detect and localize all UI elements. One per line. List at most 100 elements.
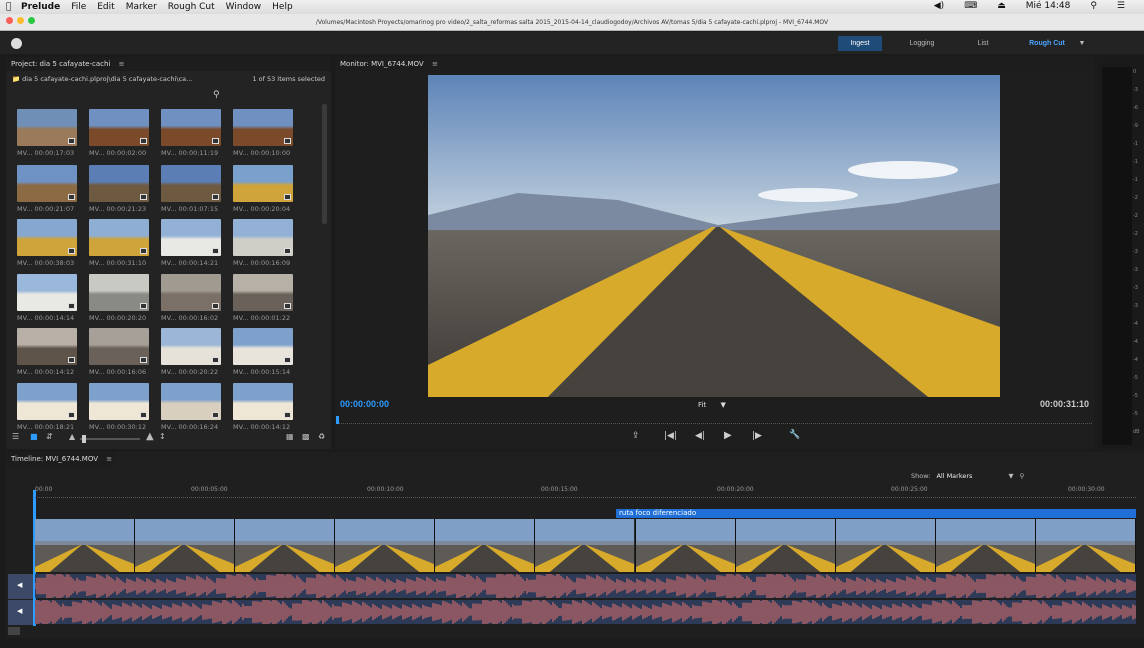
workspace-logging[interactable]: Logging: [900, 36, 944, 51]
workspace-bar: Ingest Logging List Rough Cut ▼: [0, 32, 1144, 54]
monitor-scrubber[interactable]: [336, 416, 1092, 424]
fit-dropdown[interactable]: Fit ▼: [698, 401, 726, 409]
clip-thumbnail[interactable]: [17, 109, 77, 146]
step-frame-forward-icon[interactable]: |▶: [752, 431, 762, 441]
clip-thumbnail[interactable]: [89, 328, 149, 365]
timeline-menu-icon[interactable]: ≡: [106, 455, 112, 463]
folder-add-icon[interactable]: ▩: [302, 432, 310, 441]
clip-thumbnail[interactable]: [161, 165, 221, 202]
project-scrollbar[interactable]: [322, 104, 327, 224]
clip-thumbnail[interactable]: [161, 274, 221, 311]
project-search-icon[interactable]: ⚲: [213, 90, 220, 100]
video-frame: [735, 519, 836, 572]
menu-window[interactable]: Window: [226, 2, 262, 12]
clip-thumbnail[interactable]: [161, 328, 221, 365]
video-frame: [635, 519, 736, 572]
workspace-rough-cut[interactable]: Rough Cut: [1022, 36, 1072, 51]
trash-icon[interactable]: ♻: [318, 432, 325, 441]
clip-thumbnail[interactable]: [161, 383, 221, 420]
audio-meter-panel: 0 -3 -6 -9 -1 -1 -1 -2 -2 -2 -3 -3 -3 -3 -4 -4 -4 -5 -5 -5 d…: [1098, 57, 1144, 449]
minimize-button[interactable]: [17, 17, 24, 24]
new-bin-icon[interactable]: ▦: [286, 432, 294, 441]
step-back-icon[interactable]: |◀|: [664, 431, 677, 441]
keyboard-icon[interactable]: ⌨: [964, 1, 977, 11]
monitor-title[interactable]: Monitor: MVI_6744.MOV: [340, 60, 424, 68]
video-track[interactable]: [35, 519, 1137, 572]
playhead-marker[interactable]: [336, 416, 339, 424]
clip-thumbnail[interactable]: [89, 109, 149, 146]
sort-icon[interactable]: ⇵: [46, 432, 53, 441]
creative-cloud-icon[interactable]: [11, 38, 22, 49]
audio-track-2-header: ◀: [8, 600, 33, 625]
clip-thumbnail[interactable]: [17, 219, 77, 256]
clip-thumbnail[interactable]: [89, 383, 149, 420]
video-preview[interactable]: [428, 75, 1000, 397]
marker-bar[interactable]: ruta foco diferenciado: [616, 509, 1136, 518]
clip-thumbnail[interactable]: [17, 328, 77, 365]
monitor-menu-icon[interactable]: ≡: [432, 60, 438, 68]
video-clip-icon: [68, 248, 75, 254]
clip-thumbnail[interactable]: [233, 274, 293, 311]
list-view-icon[interactable]: ☰: [12, 432, 19, 441]
clock[interactable]: Mié 14:48: [1026, 1, 1071, 11]
zoom-button[interactable]: [28, 17, 35, 24]
timeline-title[interactable]: Timeline: MVI_6744.MOV: [11, 455, 98, 463]
speaker-icon[interactable]: ◀: [17, 581, 22, 589]
panel-menu-icon[interactable]: ≡: [119, 60, 125, 68]
clip-thumbnail[interactable]: [233, 109, 293, 146]
workspace-list[interactable]: List: [965, 36, 1001, 51]
clip-thumbnail[interactable]: [233, 219, 293, 256]
project-title[interactable]: Project: dia 5 cafayate-cachi: [11, 60, 110, 68]
folder-icon[interactable]: 📁: [12, 75, 20, 83]
close-button[interactable]: [6, 17, 13, 24]
clip-thumbnail[interactable]: [17, 383, 77, 420]
workspace-ingest[interactable]: Ingest: [838, 36, 882, 51]
menu-file[interactable]: File: [71, 2, 86, 12]
video-frame: [1035, 519, 1137, 572]
sort-menu-icon[interactable]: ↕: [159, 432, 166, 441]
export-frame-icon[interactable]: ⇪: [632, 431, 640, 441]
play-icon[interactable]: ▶: [724, 430, 732, 441]
clip-thumbnail[interactable]: [161, 219, 221, 256]
menu-rough-cut[interactable]: Rough Cut: [168, 2, 215, 12]
clip-thumbnail[interactable]: [233, 383, 293, 420]
clip-label: MV... 00:00:10:00: [233, 149, 291, 157]
clip-thumbnail[interactable]: [89, 274, 149, 311]
menu-edit[interactable]: Edit: [97, 2, 114, 12]
step-frame-back-icon[interactable]: ◀|: [695, 431, 705, 441]
timeline-scrollbar[interactable]: [8, 627, 20, 635]
clip-thumbnail[interactable]: [233, 165, 293, 202]
audio-track-2[interactable]: [35, 600, 1136, 624]
clip-thumbnail[interactable]: [89, 219, 149, 256]
clip-thumbnail[interactable]: [161, 109, 221, 146]
clip-thumbnail[interactable]: [89, 165, 149, 202]
apple-icon[interactable]: : [6, 2, 11, 12]
clip-label: MV... 00:00:15:14: [233, 368, 291, 376]
meter-tick-label: -2: [1133, 213, 1138, 219]
notification-icon[interactable]: ☰: [1117, 1, 1125, 11]
icon-view-icon[interactable]: ■: [30, 432, 38, 441]
eject-icon[interactable]: ⏏: [997, 1, 1006, 11]
speaker-icon[interactable]: ◀: [17, 607, 22, 615]
selection-count: 1 of 53 Items selected: [252, 75, 325, 83]
zoom-out-icon[interactable]: ▲: [69, 432, 75, 441]
volume-icon[interactable]: ◀): [934, 1, 944, 11]
monitor-current-time[interactable]: 00:00:00:00: [340, 399, 389, 409]
audio-track-1[interactable]: [35, 574, 1136, 598]
zoom-in-icon[interactable]: ▲: [146, 431, 154, 442]
settings-wrench-icon[interactable]: 🔧: [789, 430, 800, 440]
spotlight-icon[interactable]: ⚲: [1090, 1, 1097, 11]
clip-thumbnail[interactable]: [17, 274, 77, 311]
menu-marker[interactable]: Marker: [126, 2, 157, 12]
video-frame: [935, 519, 1036, 572]
clip-thumbnail[interactable]: [233, 328, 293, 365]
workspace-menu-icon[interactable]: ▼: [1076, 36, 1088, 51]
app-menu[interactable]: Prelude: [21, 2, 60, 12]
clip-thumbnail[interactable]: [17, 165, 77, 202]
chevron-down-icon: ▼: [720, 401, 726, 409]
thumb-slider-handle[interactable]: [82, 435, 86, 443]
meter-tick-label: -1: [1133, 159, 1138, 165]
clip-label: MV... 00:00:14:12: [17, 368, 75, 376]
menu-help[interactable]: Help: [272, 2, 293, 12]
thumb-size-slider[interactable]: [80, 435, 140, 443]
